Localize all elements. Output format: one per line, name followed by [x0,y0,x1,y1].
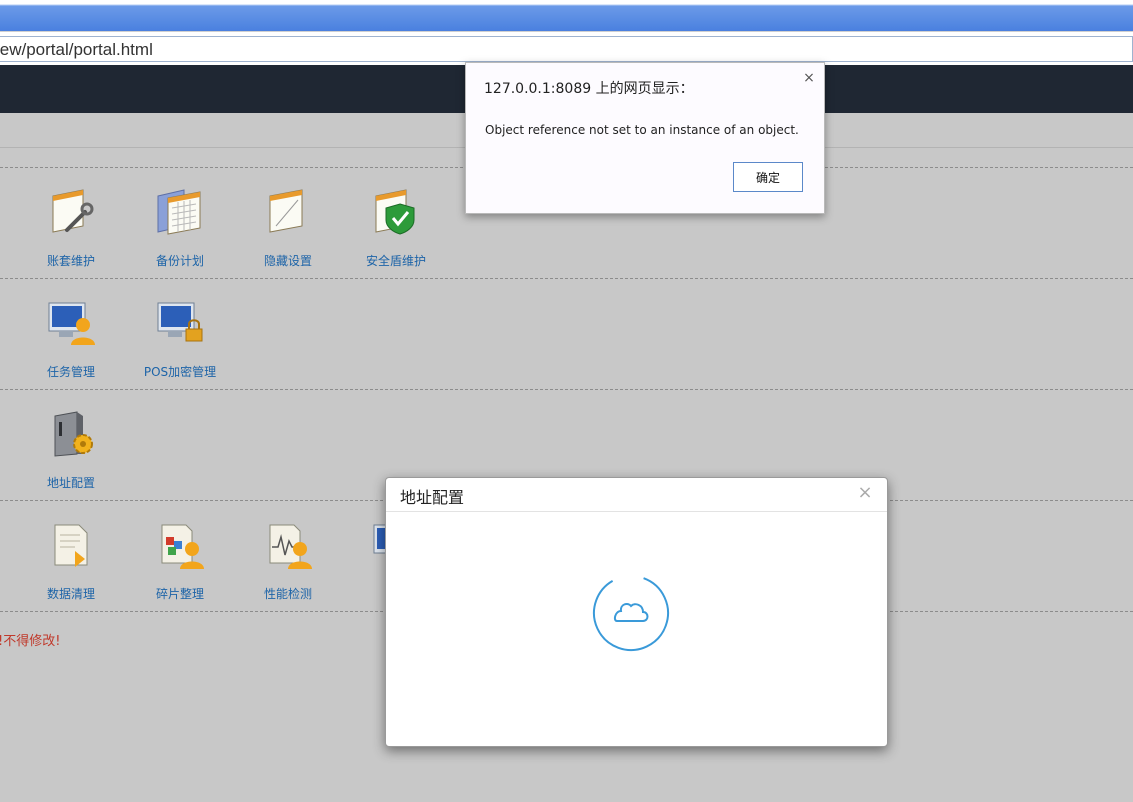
section-divider [0,389,1133,390]
puzzle-user-icon [161,524,204,569]
folder-wrench-icon [52,189,94,233]
document-refresh-icon [54,524,88,567]
tile-label: 备份计划 [155,254,204,268]
section-divider [0,278,1133,279]
tile-label: 账套维护 [46,254,95,268]
tile-label: 任务管理 [46,365,95,379]
tile-pos-encryption[interactable]: POS加密管理 [130,297,230,380]
tile-address-config[interactable]: 地址配置 [21,408,121,491]
modal-header: 地址配置 × [386,478,887,512]
tile-label: 碎片整理 [155,587,204,601]
shield-folder-icon [375,189,415,235]
tile-label: POS加密管理 [143,365,217,379]
close-icon[interactable]: × [857,482,873,503]
alert-dialog: 127.0.0.1:8089 上的网页显示： × Object referenc… [465,62,825,214]
ok-button[interactable]: 确定 [733,162,803,192]
warning-text: !不得修改! [0,634,61,649]
tile-account-maintenance[interactable]: 账套维护 [21,186,121,269]
tile-label: 地址配置 [46,476,95,490]
tile-performance-check[interactable]: 性能检测 [238,519,338,602]
tile-task-management[interactable]: 任务管理 [21,297,121,380]
tile-security-shield[interactable]: 安全盾维护 [346,186,446,269]
alert-message: Object reference not set to an instance … [485,123,799,137]
close-icon[interactable]: × [802,71,816,85]
browser-title-bar [0,0,1133,31]
modal-title: 地址配置 [400,488,465,507]
address-bar: iew/portal/portal.html [0,31,1133,65]
url-field[interactable]: iew/portal/portal.html [0,36,1133,62]
tile-backup-plan[interactable]: 备份计划 [130,186,230,269]
tile-defragment[interactable]: 碎片整理 [130,519,230,602]
alert-title: 127.0.0.1:8089 上的网页显示： [484,81,694,97]
tile-hidden-settings[interactable]: 隐藏设置 [238,186,338,269]
tile-label: 性能检测 [263,587,312,601]
server-gear-icon [54,411,93,457]
address-config-modal: 地址配置 × [385,477,888,747]
cloud-spinner-icon [593,575,669,651]
tile-label: 隐藏设置 [263,254,312,268]
calendar-folder-icon [157,189,201,235]
blank-folder-icon [269,189,303,233]
pulse-user-icon [269,524,312,569]
monitor-lock-icon [157,302,203,342]
tile-label: 安全盾维护 [365,254,426,268]
url-text: iew/portal/portal.html [0,40,153,59]
monitor-user-icon [48,302,95,345]
tile-label: 数据清理 [46,587,95,601]
tile-data-cleanup[interactable]: 数据清理 [21,519,121,602]
